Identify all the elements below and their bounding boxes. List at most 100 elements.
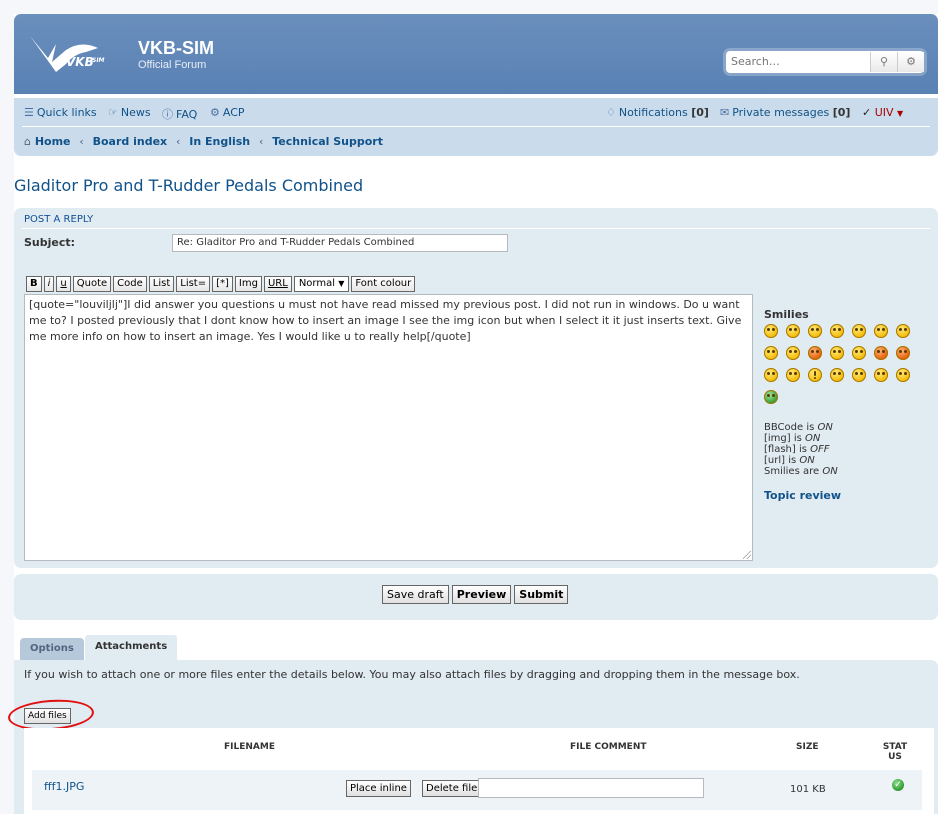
attachment-filename[interactable]: fff1.JPG (44, 780, 84, 793)
column-header-status-line2: US (888, 752, 902, 762)
quick-links[interactable]: ☰ Quick links (24, 106, 97, 119)
breadcrumb-technical-support[interactable]: Technical Support (272, 135, 383, 148)
attachments-table: FILENAME FILE COMMENT SIZE STAT US fff1.… (24, 728, 934, 814)
vkb-logo[interactable]: VKB SIM (26, 28, 116, 78)
smiley-icon[interactable] (764, 368, 778, 382)
smiley-icon[interactable] (764, 346, 778, 360)
topic-review-link[interactable]: Topic review (764, 489, 934, 502)
list-item-button[interactable]: [*] (212, 276, 233, 292)
file-comment-input[interactable] (478, 778, 704, 798)
place-inline-button[interactable]: Place inline (346, 780, 411, 797)
forum-page: VKB SIM VKB-SIM Official Forum ⚲ ⚙ ☰Quic… (7, 14, 938, 814)
submit-buttons: Save draft Preview Submit (382, 585, 571, 604)
private-messages-link[interactable]: ✉ Private messages [0] (720, 106, 850, 119)
submit-panel: Save draft Preview Submit (14, 574, 938, 620)
news-label: News (120, 106, 151, 119)
smiley-icon[interactable] (896, 368, 910, 382)
bbcode-status: BBCode is ON (764, 422, 934, 433)
list-button[interactable]: List (148, 276, 175, 292)
img-status-value: ON (805, 433, 821, 444)
smiley-icon[interactable] (786, 368, 800, 382)
acp-label: ACP (222, 106, 245, 119)
message-textarea[interactable]: [quote="louviljlj"]I did answer you ques… (24, 294, 753, 561)
font-size-select[interactable]: Normal ▼ (293, 276, 350, 292)
bbcode-status-value: ON (817, 422, 833, 433)
advanced-search-button[interactable]: ⚙ (897, 52, 924, 72)
tab-options[interactable]: Options (20, 638, 84, 660)
notifications-link[interactable]: ♢ Notifications [0] (606, 106, 709, 119)
smiley-icon[interactable] (874, 324, 888, 338)
smiley-icon[interactable] (874, 346, 888, 360)
acp-link[interactable]: ⚙ ACP (210, 106, 245, 119)
smiley-icon[interactable] (852, 324, 866, 338)
bold-button[interactable]: B (26, 276, 42, 292)
hamburger-icon: ☰ (24, 106, 34, 119)
question-icon: ⓘ (162, 108, 173, 121)
font-colour-button[interactable]: Font colour (351, 276, 416, 292)
bbcode-status-label[interactable]: BBCode is (764, 422, 814, 433)
resize-handle-icon[interactable] (743, 551, 751, 559)
delete-file-button[interactable]: Delete file (422, 780, 482, 797)
smiley-icon[interactable] (808, 368, 822, 382)
smiley-icon[interactable] (896, 324, 910, 338)
code-button[interactable]: Code (113, 276, 147, 292)
user-avatar: ✓ (862, 106, 872, 119)
news-link[interactable]: ☞ News (108, 106, 151, 119)
smiley-icon[interactable] (830, 346, 844, 360)
tab-attachments[interactable]: Attachments (84, 634, 179, 660)
breadcrumb-home[interactable]: Home (35, 135, 71, 148)
breadcrumb-board-index[interactable]: Board index (93, 135, 168, 148)
subject-input[interactable]: Re: Gladitor Pro and T-Rudder Pedals Com… (172, 234, 508, 252)
smiley-icon[interactable] (830, 368, 844, 382)
topic-title[interactable]: Gladitor Pro and T-Rudder Pedals Combine… (14, 176, 363, 195)
caret-down-icon: ▼ (338, 279, 345, 288)
smiley-icon[interactable] (764, 390, 778, 404)
user-menu[interactable]: ✓ UIV ▼ (862, 106, 903, 119)
url-status-label: [url] is (764, 455, 797, 466)
navbar: ☰ Quick links ☞ News ⓘ FAQ ⚙ ACP ♢ Notificati… (14, 98, 938, 156)
page-background: VKB SIM VKB-SIM Official Forum ⚲ ⚙ ☰Quic… (0, 0, 938, 814)
bbcode-status-list: BBCode is ON [img] is ON [flash] is OFF … (764, 422, 934, 477)
table-row: fff1.JPG Place inline Delete file 101 KB… (32, 770, 922, 810)
smiley-icon[interactable] (786, 324, 800, 338)
column-header-file-comment: FILE COMMENT (570, 742, 647, 752)
site-title[interactable]: VKB-SIM (138, 38, 214, 59)
img-button[interactable]: Img (234, 276, 262, 292)
column-header-size: SIZE (796, 742, 819, 752)
caret-down-icon: ▼ (897, 109, 904, 118)
preview-button[interactable]: Preview (451, 585, 512, 604)
breadcrumb-in-english[interactable]: In English (189, 135, 250, 148)
smiley-icon[interactable] (852, 368, 866, 382)
envelope-icon: ✉ (720, 106, 730, 119)
smilies-status-label[interactable]: Smilies are (764, 466, 819, 477)
smilies-panel: Smilies BBCode is ON [img] is ON [flash]… (764, 308, 934, 502)
italic-button[interactable]: i (43, 276, 55, 292)
bell-icon: ♢ (606, 106, 616, 119)
column-header-filename: FILENAME (224, 742, 275, 752)
submit-button[interactable]: Submit (514, 585, 569, 604)
post-panel: POST A REPLY Subject: Re: Gladitor Pro a… (14, 208, 938, 568)
font-size-value: Normal (298, 278, 335, 289)
search-input[interactable] (726, 51, 866, 73)
smiley-icon[interactable] (830, 324, 844, 338)
faq-link[interactable]: ⓘ FAQ (162, 106, 197, 122)
smiley-icon[interactable] (874, 368, 888, 382)
save-draft-button[interactable]: Save draft (382, 585, 449, 604)
attachment-size: 101 KB (790, 784, 826, 795)
smiley-icon[interactable] (896, 346, 910, 360)
smiley-icon[interactable] (808, 324, 822, 338)
search-box: ⚲ ⚙ (726, 51, 924, 73)
img-status: [img] is ON (764, 433, 934, 444)
smiley-icon[interactable] (808, 346, 822, 360)
smiley-icon[interactable] (764, 324, 778, 338)
smiley-icon[interactable] (852, 346, 866, 360)
flash-status-label: [flash] is (764, 444, 807, 455)
url-button[interactable]: URL (263, 276, 292, 292)
quick-links-label: Quick links (36, 106, 97, 119)
quote-button[interactable]: Quote (72, 276, 112, 292)
ordered-list-button[interactable]: List= (176, 276, 211, 292)
notifications-label: Notifications (618, 106, 688, 119)
smiley-icon[interactable] (786, 346, 800, 360)
underline-button[interactable]: u (56, 276, 71, 292)
search-button[interactable]: ⚲ (870, 52, 897, 72)
